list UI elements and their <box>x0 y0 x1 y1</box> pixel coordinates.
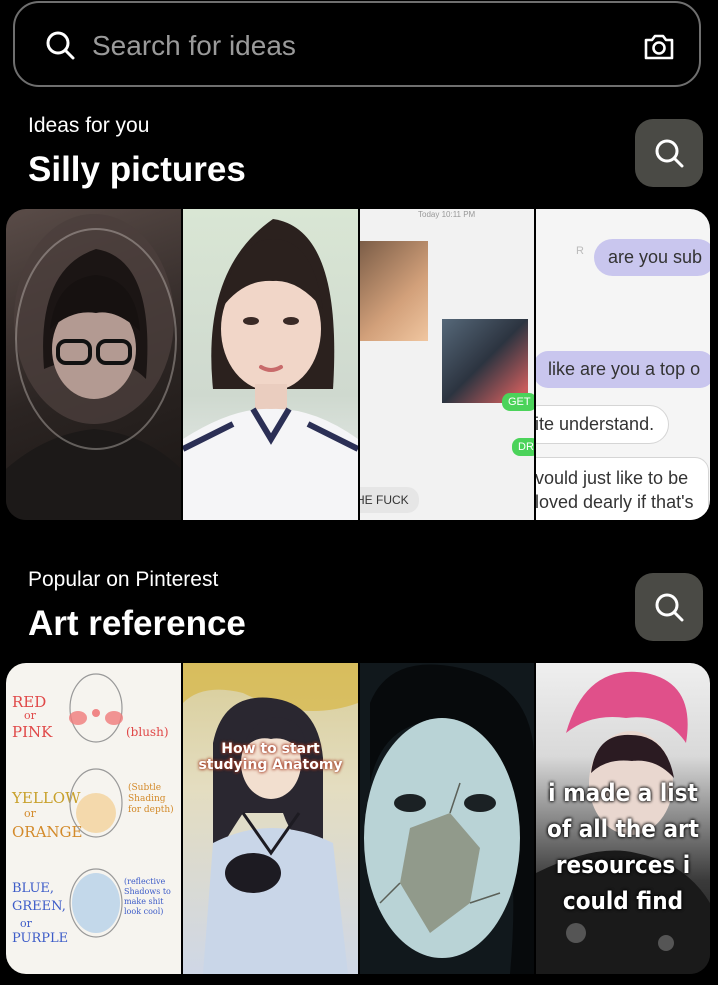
chat-bubble: HE FUCK <box>360 487 419 513</box>
pin-image[interactable]: RED or PINK (blush) YELLOW or ORANGE (Su… <box>6 663 181 974</box>
pin-image[interactable]: Today 10:11 PM GET DR HE FUCK <box>358 209 534 520</box>
section-title[interactable]: Silly pictures <box>28 150 246 190</box>
chat-line: vould just like to be <box>535 468 689 488</box>
chat-bubble: GET <box>502 393 534 411</box>
camera-icon[interactable] <box>642 30 676 64</box>
chat-bubble: like are you a top o <box>536 351 710 388</box>
pin-image[interactable] <box>181 209 358 520</box>
chat-bubble: vould just like to be loved dearly if th… <box>535 457 709 520</box>
search-icon <box>655 139 684 168</box>
section-title[interactable]: Art reference <box>28 604 246 644</box>
chat-bubble: DR <box>512 438 534 456</box>
pin-image[interactable] <box>6 209 181 520</box>
chat-photo <box>442 319 528 403</box>
search-icon <box>655 593 684 622</box>
chat-avatar: R <box>576 245 584 257</box>
anatomy-illustration-art <box>183 663 358 974</box>
face-sketch-art <box>69 673 123 938</box>
cracked-face-art <box>360 663 534 974</box>
section-subtitle: Popular on Pinterest <box>28 568 219 591</box>
pin-overlay-text: How to start studying Anatomy <box>198 741 343 773</box>
chat-line: loved dearly if that's <box>535 492 694 512</box>
chat-bubble: ite understand. <box>536 405 670 444</box>
pin-row: RED or PINK (blush) YELLOW or ORANGE (Su… <box>6 663 710 974</box>
pin-image[interactable]: i made a list of all the art resources i… <box>534 663 710 974</box>
pin-image[interactable]: How to start studying Anatomy <box>181 663 358 974</box>
search-input[interactable] <box>90 25 614 67</box>
pin-image[interactable]: R are you sub like are you a top o ite u… <box>534 209 710 520</box>
search-icon <box>46 31 75 60</box>
section-search-button[interactable] <box>635 119 703 187</box>
search-bar[interactable] <box>13 1 701 87</box>
chat-photo <box>360 241 428 341</box>
portrait-art <box>183 219 358 520</box>
pin-image[interactable] <box>358 663 534 974</box>
chat-timestamp: Today 10:11 PM <box>418 210 476 219</box>
pin-overlay-text: i made a list of all the art resources i… <box>546 779 699 915</box>
chat-bubble: are you sub <box>594 239 710 276</box>
pin-row: Today 10:11 PM GET DR HE FUCK R are you … <box>6 209 710 520</box>
section-search-button[interactable] <box>635 573 703 641</box>
section-subtitle: Ideas for you <box>28 114 150 137</box>
glass-portrait-art <box>6 214 181 520</box>
